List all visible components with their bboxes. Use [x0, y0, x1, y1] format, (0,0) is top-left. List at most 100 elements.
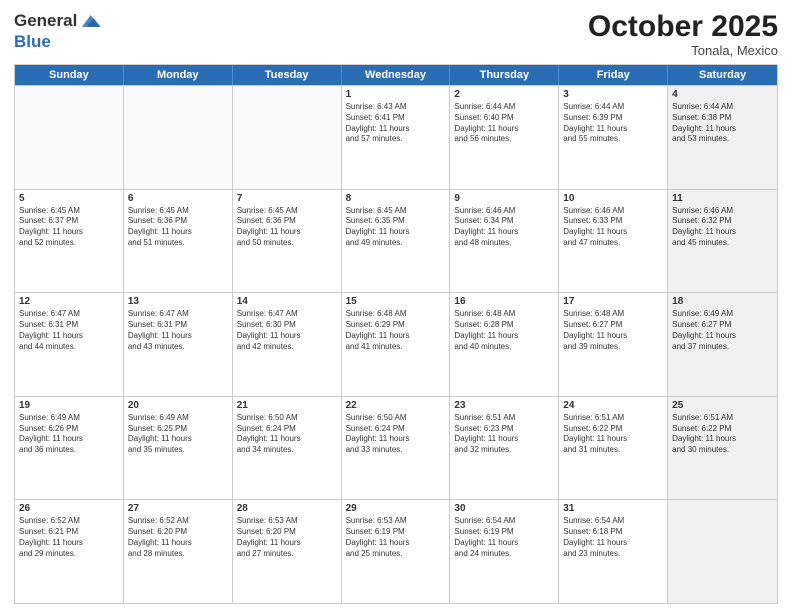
day-number: 8 [346, 193, 446, 204]
day-number: 4 [672, 89, 773, 100]
day-info: Sunrise: 6:45 AM Sunset: 6:36 PM Dayligh… [237, 206, 337, 249]
day-number: 24 [563, 400, 663, 411]
calendar-cell-1-4: 9 Sunrise: 6:46 AM Sunset: 6:34 PM Daylig… [450, 190, 559, 293]
calendar-cell-0-0 [15, 86, 124, 189]
day-info: Sunrise: 6:47 AM Sunset: 6:31 PM Dayligh… [128, 309, 228, 352]
day-info: Sunrise: 6:54 AM Sunset: 6:18 PM Dayligh… [563, 516, 663, 559]
calendar-cell-1-3: 8 Sunrise: 6:45 AM Sunset: 6:35 PM Daylig… [342, 190, 451, 293]
calendar-cell-2-4: 16Sunrise: 6:48 AM Sunset: 6:28 PM Dayli… [450, 293, 559, 396]
day-info: Sunrise: 6:45 AM Sunset: 6:37 PM Dayligh… [19, 206, 119, 249]
day-info: Sunrise: 6:52 AM Sunset: 6:21 PM Dayligh… [19, 516, 119, 559]
day-info: Sunrise: 6:44 AM Sunset: 6:38 PM Dayligh… [672, 102, 773, 145]
day-number: 25 [672, 400, 773, 411]
header-day-tuesday: Tuesday [233, 65, 342, 85]
title-block: October 2025 Tonala, Mexico [588, 10, 778, 58]
calendar-cell-3-1: 20Sunrise: 6:49 AM Sunset: 6:25 PM Dayli… [124, 397, 233, 500]
day-info: Sunrise: 6:47 AM Sunset: 6:31 PM Dayligh… [19, 309, 119, 352]
day-info: Sunrise: 6:53 AM Sunset: 6:19 PM Dayligh… [346, 516, 446, 559]
day-number: 6 [128, 193, 228, 204]
header: General Blue October 2025 Tonala, Mexico [14, 10, 778, 58]
header-day-wednesday: Wednesday [342, 65, 451, 85]
day-number: 11 [672, 193, 773, 204]
day-info: Sunrise: 6:48 AM Sunset: 6:29 PM Dayligh… [346, 309, 446, 352]
calendar-cell-4-0: 26 Sunrise: 6:52 AM Sunset: 6:21 PM Dayli… [15, 500, 124, 603]
calendar-cell-4-6 [668, 500, 777, 603]
calendar-cell-1-6: 11 Sunrise: 6:46 AM Sunset: 6:32 PM Dayli… [668, 190, 777, 293]
day-info: Sunrise: 6:43 AM Sunset: 6:41 PM Dayligh… [346, 102, 446, 145]
calendar-cell-3-2: 21 Sunrise: 6:50 AM Sunset: 6:24 PM Dayli… [233, 397, 342, 500]
day-info: Sunrise: 6:46 AM Sunset: 6:32 PM Dayligh… [672, 206, 773, 249]
day-info: Sunrise: 6:52 AM Sunset: 6:20 PM Dayligh… [128, 516, 228, 559]
day-info: Sunrise: 6:51 AM Sunset: 6:22 PM Dayligh… [563, 413, 663, 456]
day-info: Sunrise: 6:49 AM Sunset: 6:25 PM Dayligh… [128, 413, 228, 456]
day-number: 26 [19, 503, 119, 514]
calendar-cell-1-2: 7 Sunrise: 6:45 AM Sunset: 6:36 PM Daylig… [233, 190, 342, 293]
day-number: 31 [563, 503, 663, 514]
header-day-friday: Friday [559, 65, 668, 85]
day-number: 21 [237, 400, 337, 411]
day-info: Sunrise: 6:45 AM Sunset: 6:36 PM Dayligh… [128, 206, 228, 249]
day-number: 14 [237, 296, 337, 307]
calendar-cell-0-3: 1 Sunrise: 6:43 AM Sunset: 6:41 PM Daylig… [342, 86, 451, 189]
day-info: Sunrise: 6:46 AM Sunset: 6:33 PM Dayligh… [563, 206, 663, 249]
day-number: 15 [346, 296, 446, 307]
calendar-cell-4-3: 29Sunrise: 6:53 AM Sunset: 6:19 PM Dayli… [342, 500, 451, 603]
day-number: 17 [563, 296, 663, 307]
day-number: 12 [19, 296, 119, 307]
calendar-cell-1-1: 6 Sunrise: 6:45 AM Sunset: 6:36 PM Daylig… [124, 190, 233, 293]
calendar-row-3: 19Sunrise: 6:49 AM Sunset: 6:26 PM Dayli… [15, 396, 777, 500]
calendar-cell-0-5: 3 Sunrise: 6:44 AM Sunset: 6:39 PM Daylig… [559, 86, 668, 189]
calendar-cell-2-5: 17 Sunrise: 6:48 AM Sunset: 6:27 PM Dayli… [559, 293, 668, 396]
day-info: Sunrise: 6:48 AM Sunset: 6:27 PM Dayligh… [563, 309, 663, 352]
calendar-cell-4-5: 31 Sunrise: 6:54 AM Sunset: 6:18 PM Dayli… [559, 500, 668, 603]
calendar-cell-4-1: 27 Sunrise: 6:52 AM Sunset: 6:20 PM Dayli… [124, 500, 233, 603]
day-info: Sunrise: 6:48 AM Sunset: 6:28 PM Dayligh… [454, 309, 554, 352]
day-info: Sunrise: 6:47 AM Sunset: 6:30 PM Dayligh… [237, 309, 337, 352]
calendar-cell-3-0: 19Sunrise: 6:49 AM Sunset: 6:26 PM Dayli… [15, 397, 124, 500]
day-number: 1 [346, 89, 446, 100]
day-info: Sunrise: 6:45 AM Sunset: 6:35 PM Dayligh… [346, 206, 446, 249]
day-info: Sunrise: 6:53 AM Sunset: 6:20 PM Dayligh… [237, 516, 337, 559]
calendar-container: General Blue October 2025 Tonala, Mexico… [0, 0, 792, 612]
calendar-cell-0-2 [233, 86, 342, 189]
day-number: 13 [128, 296, 228, 307]
logo-general: General [14, 11, 77, 31]
header-day-thursday: Thursday [450, 65, 559, 85]
calendar-cell-2-2: 14 Sunrise: 6:47 AM Sunset: 6:30 PM Dayli… [233, 293, 342, 396]
day-info: Sunrise: 6:54 AM Sunset: 6:19 PM Dayligh… [454, 516, 554, 559]
day-number: 28 [237, 503, 337, 514]
day-number: 5 [19, 193, 119, 204]
calendar-cell-3-4: 23Sunrise: 6:51 AM Sunset: 6:23 PM Dayli… [450, 397, 559, 500]
day-info: Sunrise: 6:50 AM Sunset: 6:24 PM Dayligh… [346, 413, 446, 456]
calendar-row-0: 1 Sunrise: 6:43 AM Sunset: 6:41 PM Daylig… [15, 85, 777, 189]
calendar-cell-1-0: 5 Sunrise: 6:45 AM Sunset: 6:37 PM Daylig… [15, 190, 124, 293]
calendar-cell-0-1 [124, 86, 233, 189]
calendar-row-4: 26 Sunrise: 6:52 AM Sunset: 6:21 PM Dayli… [15, 499, 777, 603]
day-number: 7 [237, 193, 337, 204]
calendar-header: SundayMondayTuesdayWednesdayThursdayFrid… [15, 65, 777, 85]
day-number: 9 [454, 193, 554, 204]
day-info: Sunrise: 6:44 AM Sunset: 6:39 PM Dayligh… [563, 102, 663, 145]
day-info: Sunrise: 6:51 AM Sunset: 6:23 PM Dayligh… [454, 413, 554, 456]
day-info: Sunrise: 6:51 AM Sunset: 6:22 PM Dayligh… [672, 413, 773, 456]
calendar-cell-1-5: 10Sunrise: 6:46 AM Sunset: 6:33 PM Dayli… [559, 190, 668, 293]
header-day-saturday: Saturday [668, 65, 777, 85]
calendar-cell-0-6: 4 Sunrise: 6:44 AM Sunset: 6:38 PM Daylig… [668, 86, 777, 189]
day-info: Sunrise: 6:50 AM Sunset: 6:24 PM Dayligh… [237, 413, 337, 456]
day-number: 27 [128, 503, 228, 514]
calendar-cell-2-6: 18Sunrise: 6:49 AM Sunset: 6:27 PM Dayli… [668, 293, 777, 396]
logo-blue: Blue [14, 32, 51, 51]
calendar-cell-2-3: 15 Sunrise: 6:48 AM Sunset: 6:29 PM Dayli… [342, 293, 451, 396]
day-info: Sunrise: 6:46 AM Sunset: 6:34 PM Dayligh… [454, 206, 554, 249]
day-number: 3 [563, 89, 663, 100]
header-day-sunday: Sunday [15, 65, 124, 85]
day-info: Sunrise: 6:49 AM Sunset: 6:27 PM Dayligh… [672, 309, 773, 352]
calendar-cell-3-5: 24 Sunrise: 6:51 AM Sunset: 6:22 PM Dayli… [559, 397, 668, 500]
day-number: 22 [346, 400, 446, 411]
month-title: October 2025 [588, 10, 778, 43]
calendar-body: 1 Sunrise: 6:43 AM Sunset: 6:41 PM Daylig… [15, 85, 777, 603]
day-info: Sunrise: 6:49 AM Sunset: 6:26 PM Dayligh… [19, 413, 119, 456]
header-day-monday: Monday [124, 65, 233, 85]
calendar-row-2: 12 Sunrise: 6:47 AM Sunset: 6:31 PM Dayli… [15, 292, 777, 396]
calendar: SundayMondayTuesdayWednesdayThursdayFrid… [14, 64, 778, 604]
